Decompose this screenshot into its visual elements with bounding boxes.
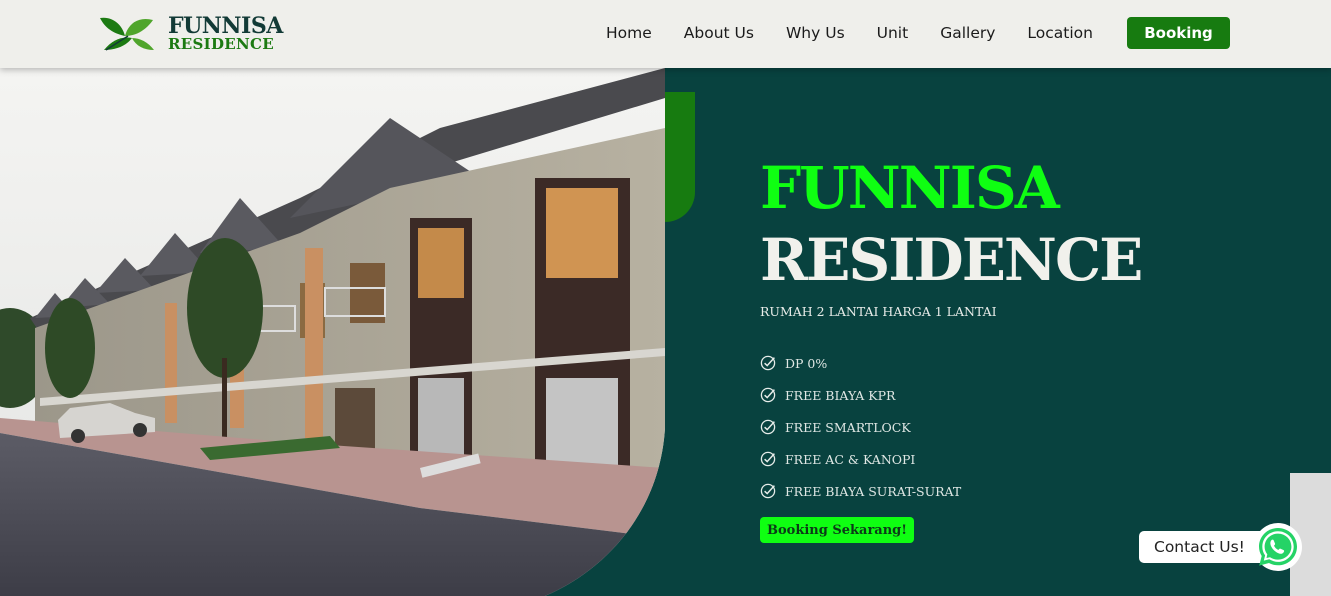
feature-item: FREE SMARTLOCK <box>760 411 961 443</box>
feature-label: FREE SMARTLOCK <box>785 419 911 435</box>
nav-item-gallery[interactable]: Gallery <box>940 24 995 42</box>
decorative-green-tab <box>665 92 695 222</box>
check-circle-icon <box>760 419 776 435</box>
main-nav: Home About Us Why Us Unit Gallery Locati… <box>606 17 1125 49</box>
feature-label: FREE BIAYA SURAT-SURAT <box>785 483 962 499</box>
booking-button[interactable]: Booking <box>1127 17 1230 49</box>
booking-sekarang-button[interactable]: Booking Sekarang! <box>760 517 914 543</box>
feature-item: FREE BIAYA KPR <box>760 379 961 411</box>
feature-item: FREE AC & KANOPI <box>760 443 961 475</box>
feature-label: DP 0% <box>785 355 828 371</box>
nav-item-why-us[interactable]: Why Us <box>786 24 845 42</box>
hero-title-line2: RESIDENCE <box>760 226 1143 294</box>
check-circle-icon <box>760 451 776 467</box>
nav-item-location[interactable]: Location <box>1027 24 1093 42</box>
hero-house-image <box>0 68 665 596</box>
feature-label: FREE AC & KANOPI <box>785 451 916 467</box>
contact-us-label[interactable]: Contact Us! <box>1139 531 1267 563</box>
hero-title-line1: FUNNISA <box>760 154 1060 222</box>
whatsapp-button[interactable] <box>1254 523 1302 571</box>
whatsapp-icon <box>1259 528 1297 566</box>
check-circle-icon <box>760 355 776 371</box>
leaves-logo-icon <box>100 17 154 51</box>
check-circle-icon <box>760 483 776 499</box>
feature-item: FREE BIAYA SURAT-SURAT <box>760 475 961 507</box>
nav-item-unit[interactable]: Unit <box>877 24 909 42</box>
brand-name-line2: RESIDENCE <box>168 35 274 53</box>
brand-logo[interactable]: FUNNISA RESIDENCE <box>98 14 283 54</box>
hero-subtitle: RUMAH 2 LANTAI HARGA 1 LANTAI <box>760 304 997 319</box>
nav-item-about-us[interactable]: About Us <box>684 24 754 42</box>
feature-list: DP 0% FREE BIAYA KPR FREE SMARTLOCK FREE… <box>760 347 961 507</box>
check-circle-icon <box>760 387 776 403</box>
feature-item: DP 0% <box>760 347 961 379</box>
feature-label: FREE BIAYA KPR <box>785 387 896 403</box>
site-header: FUNNISA RESIDENCE Home About Us Why Us U… <box>0 0 1331 68</box>
nav-item-home[interactable]: Home <box>606 24 652 42</box>
